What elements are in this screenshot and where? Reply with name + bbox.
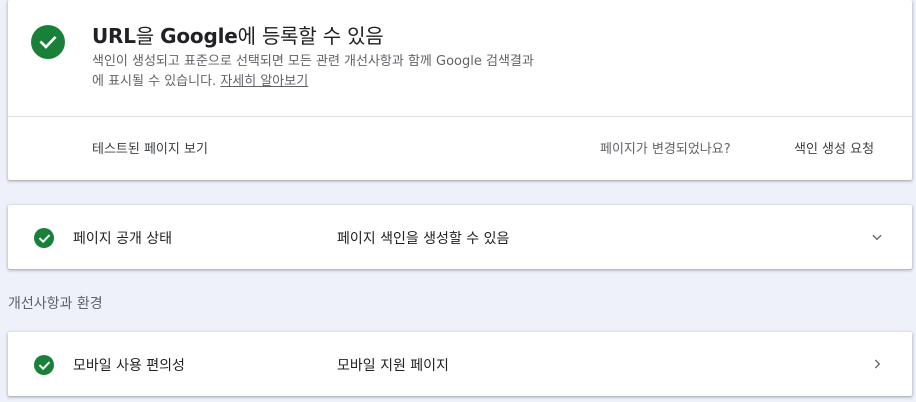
check-circle-icon [34,355,54,375]
url-status-card: URL을 Google에 등록할 수 있음 색인이 생성되고 표준으로 선택되면… [8,0,912,180]
page-availability-row[interactable]: 페이지 공개 상태 페이지 색인을 생성할 수 있음 [8,205,912,269]
status-description: 색인이 생성되고 표준으로 선택되면 모든 관련 개선사항과 함께 Google… [92,52,682,92]
page-availability-label: 페이지 공개 상태 [73,231,173,247]
description-line-1: 색인이 생성되고 표준으로 선택되면 모든 관련 개선사항과 함께 Google… [92,54,534,69]
description-line-2: 에 표시될 수 있습니다. [92,74,221,89]
title-part-2: 에 등록할 수 있음 [237,24,384,48]
learn-more-link[interactable]: 자세히 알아보기 [220,74,308,89]
divider [8,116,912,117]
check-circle-icon [34,228,54,248]
mobile-usability-label: 모바일 사용 편의성 [73,358,185,374]
check-circle-icon [31,25,65,59]
mobile-usability-row[interactable]: 모바일 사용 편의성 모바일 지원 페이지 [8,332,912,396]
title-google: Google [160,24,238,48]
page-title: URL을 Google에 등록할 수 있음 [92,20,384,49]
title-part-1: 을 [135,24,161,48]
view-tested-page-button[interactable]: 테스트된 페이지 보기 [92,138,208,157]
page-availability-value: 페이지 색인을 생성할 수 있음 [337,231,510,247]
enhancements-heading: 개선사항과 환경 [8,296,103,312]
title-url: URL [92,24,136,48]
chevron-right-icon[interactable] [868,355,886,373]
chevron-down-icon[interactable] [868,228,886,246]
page-changed-question: 페이지가 변경되었나요? [600,142,731,157]
request-indexing-button[interactable]: 색인 생성 요청 [794,138,874,157]
mobile-usability-value: 모바일 지원 페이지 [337,358,449,374]
